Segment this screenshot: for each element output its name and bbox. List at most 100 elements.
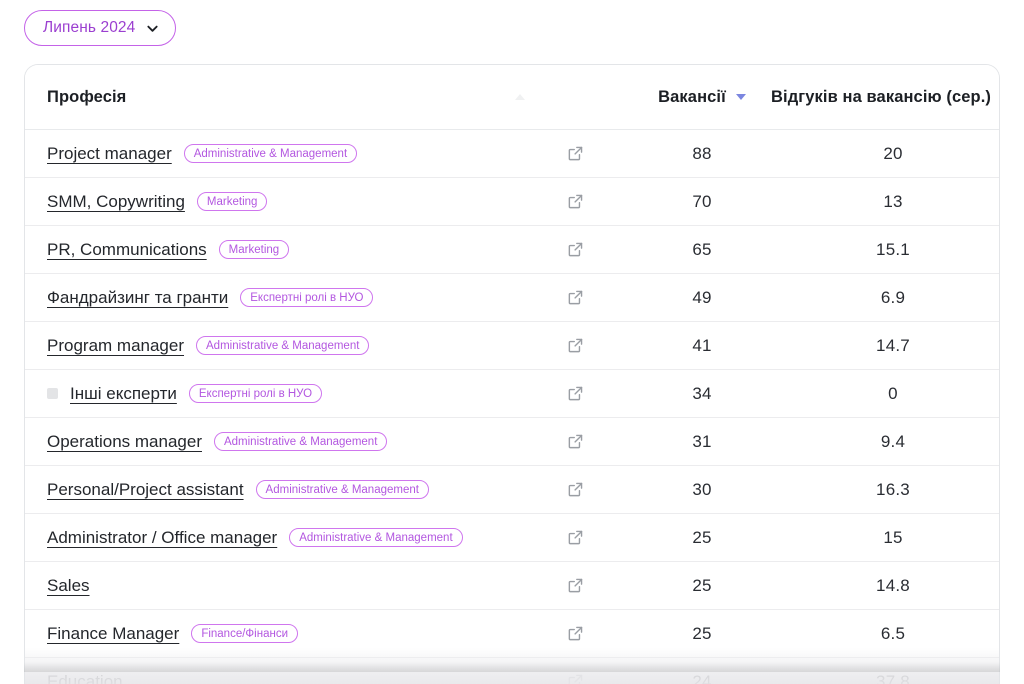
cell-responses-per-vacancy: 6.9 — [787, 274, 999, 322]
column-header-link — [533, 65, 617, 130]
table-row: Education 2437.8 — [25, 658, 999, 684]
sort-ascending-icon[interactable] — [515, 94, 525, 100]
cell-profession: Program manager Administrative & Manageme… — [25, 322, 533, 370]
external-link-icon[interactable] — [567, 577, 584, 594]
cell-profession: Фандрайзинг та гранти Експертні ролі в НУ… — [25, 274, 533, 322]
cell-responses-per-vacancy: 15 — [787, 514, 999, 562]
cell-profession: Administrator / Office manager Administra… — [25, 514, 533, 562]
category-tag[interactable]: Administrative & Management — [256, 480, 429, 499]
cell-external-link — [533, 658, 617, 684]
external-link-icon[interactable] — [567, 193, 584, 210]
category-tag[interactable]: Експертні ролі в НУО — [240, 288, 373, 307]
profession-link[interactable]: Finance Manager — [47, 624, 179, 644]
category-tag[interactable]: Administrative & Management — [289, 528, 462, 547]
cell-vacancies: 30 — [617, 466, 787, 514]
cell-external-link — [533, 274, 617, 322]
table-row: Finance Manager Finance/Фінанси 256.5 — [25, 610, 999, 658]
column-header-responses-label: Відгуків на вакансію (сер.) — [771, 88, 991, 107]
cell-external-link — [533, 178, 617, 226]
category-tag[interactable]: Administrative & Management — [196, 336, 369, 355]
cell-vacancies: 24 — [617, 658, 787, 684]
cell-profession: PR, Communications Marketing — [25, 226, 533, 274]
table-row: Operations manager Administrative & Manag… — [25, 418, 999, 466]
external-link-icon[interactable] — [567, 337, 584, 354]
profession-link[interactable]: Program manager — [47, 336, 184, 356]
column-header-profession-label: Професія — [47, 88, 126, 107]
cell-external-link — [533, 130, 617, 178]
profession-link[interactable]: PR, Communications — [47, 240, 207, 260]
cell-external-link — [533, 514, 617, 562]
table-row: Personal/Project assistant Administrative… — [25, 466, 999, 514]
cell-vacancies: 31 — [617, 418, 787, 466]
cell-profession: Інші експерти Експертні ролі в НУО — [25, 370, 533, 418]
professions-table: Професія Вакансії — [25, 65, 999, 684]
cell-external-link — [533, 418, 617, 466]
table-row: Project manager Administrative & Manageme… — [25, 130, 999, 178]
external-link-icon[interactable] — [567, 625, 584, 642]
external-link-icon[interactable] — [567, 529, 584, 546]
period-dropdown-button[interactable]: Липень 2024 — [24, 10, 176, 46]
cell-responses-per-vacancy: 6.5 — [787, 610, 999, 658]
external-link-icon[interactable] — [567, 145, 584, 162]
profession-link[interactable]: Фандрайзинг та гранти — [47, 288, 228, 308]
profession-link[interactable]: Project manager — [47, 144, 172, 164]
professions-table-card: Професія Вакансії — [24, 64, 1000, 684]
category-tag[interactable]: Експертні ролі в НУО — [189, 384, 322, 403]
table-row: Program manager Administrative & Manageme… — [25, 322, 999, 370]
period-selector-bar: Липень 2024 — [24, 9, 176, 47]
category-tag[interactable]: Finance/Фінанси — [191, 624, 298, 643]
sort-descending-active-icon[interactable] — [736, 94, 746, 100]
placeholder-square-icon — [47, 388, 58, 399]
cell-vacancies: 41 — [617, 322, 787, 370]
category-tag[interactable]: Marketing — [219, 240, 290, 259]
profession-link[interactable]: Administrator / Office manager — [47, 528, 277, 548]
cell-external-link — [533, 226, 617, 274]
table-row: PR, CommunicationsMarketing6515.1 — [25, 226, 999, 274]
cell-vacancies: 25 — [617, 610, 787, 658]
cell-external-link — [533, 466, 617, 514]
cell-profession: Personal/Project assistant Administrative… — [25, 466, 533, 514]
table-body: Project manager Administrative & Manageme… — [25, 130, 999, 684]
profession-link[interactable]: SMM, Copywriting — [47, 192, 185, 212]
cell-responses-per-vacancy: 20 — [787, 130, 999, 178]
cell-responses-per-vacancy: 16.3 — [787, 466, 999, 514]
external-link-icon[interactable] — [567, 481, 584, 498]
category-tag[interactable]: Marketing — [197, 192, 268, 211]
table-row: Sales 2514.8 — [25, 562, 999, 610]
column-header-vacancies[interactable]: Вакансії — [617, 65, 787, 130]
profession-link[interactable]: Sales — [47, 576, 90, 596]
cell-vacancies: 70 — [617, 178, 787, 226]
cell-responses-per-vacancy: 14.7 — [787, 322, 999, 370]
cell-vacancies: 65 — [617, 226, 787, 274]
external-link-icon[interactable] — [567, 289, 584, 306]
profession-link[interactable]: Operations manager — [47, 432, 202, 452]
table-row: SMM, Copywriting Marketing 7013 — [25, 178, 999, 226]
profession-link[interactable]: Personal/Project assistant — [47, 480, 244, 500]
external-link-icon[interactable] — [567, 673, 584, 684]
cell-external-link — [533, 562, 617, 610]
cell-vacancies: 25 — [617, 514, 787, 562]
cell-responses-per-vacancy: 14.8 — [787, 562, 999, 610]
cell-profession: Sales — [25, 562, 533, 610]
chevron-down-icon — [146, 22, 159, 35]
cell-responses-per-vacancy: 13 — [787, 178, 999, 226]
cell-vacancies: 25 — [617, 562, 787, 610]
external-link-icon[interactable] — [567, 241, 584, 258]
table-row: Інші експертиЕкспертні ролі в НУО340 — [25, 370, 999, 418]
cell-vacancies: 34 — [617, 370, 787, 418]
category-tag[interactable]: Administrative & Management — [184, 144, 357, 163]
cell-profession: Operations manager Administrative & Manag… — [25, 418, 533, 466]
profession-link[interactable]: Education — [47, 672, 123, 684]
column-header-profession[interactable]: Професія — [25, 65, 533, 130]
table-row: Фандрайзинг та гранти Експертні ролі в НУ… — [25, 274, 999, 322]
external-link-icon[interactable] — [567, 433, 584, 450]
column-header-responses[interactable]: Відгуків на вакансію (сер.) — [787, 65, 999, 130]
category-tag[interactable]: Administrative & Management — [214, 432, 387, 451]
cell-profession: Project manager Administrative & Manageme… — [25, 130, 533, 178]
external-link-icon[interactable] — [567, 385, 584, 402]
cell-vacancies: 88 — [617, 130, 787, 178]
profession-link[interactable]: Інші експерти — [70, 384, 177, 404]
table-header-row: Професія Вакансії — [25, 65, 999, 130]
cell-responses-per-vacancy: 37.8 — [787, 658, 999, 684]
table-row: Administrator / Office manager Administra… — [25, 514, 999, 562]
